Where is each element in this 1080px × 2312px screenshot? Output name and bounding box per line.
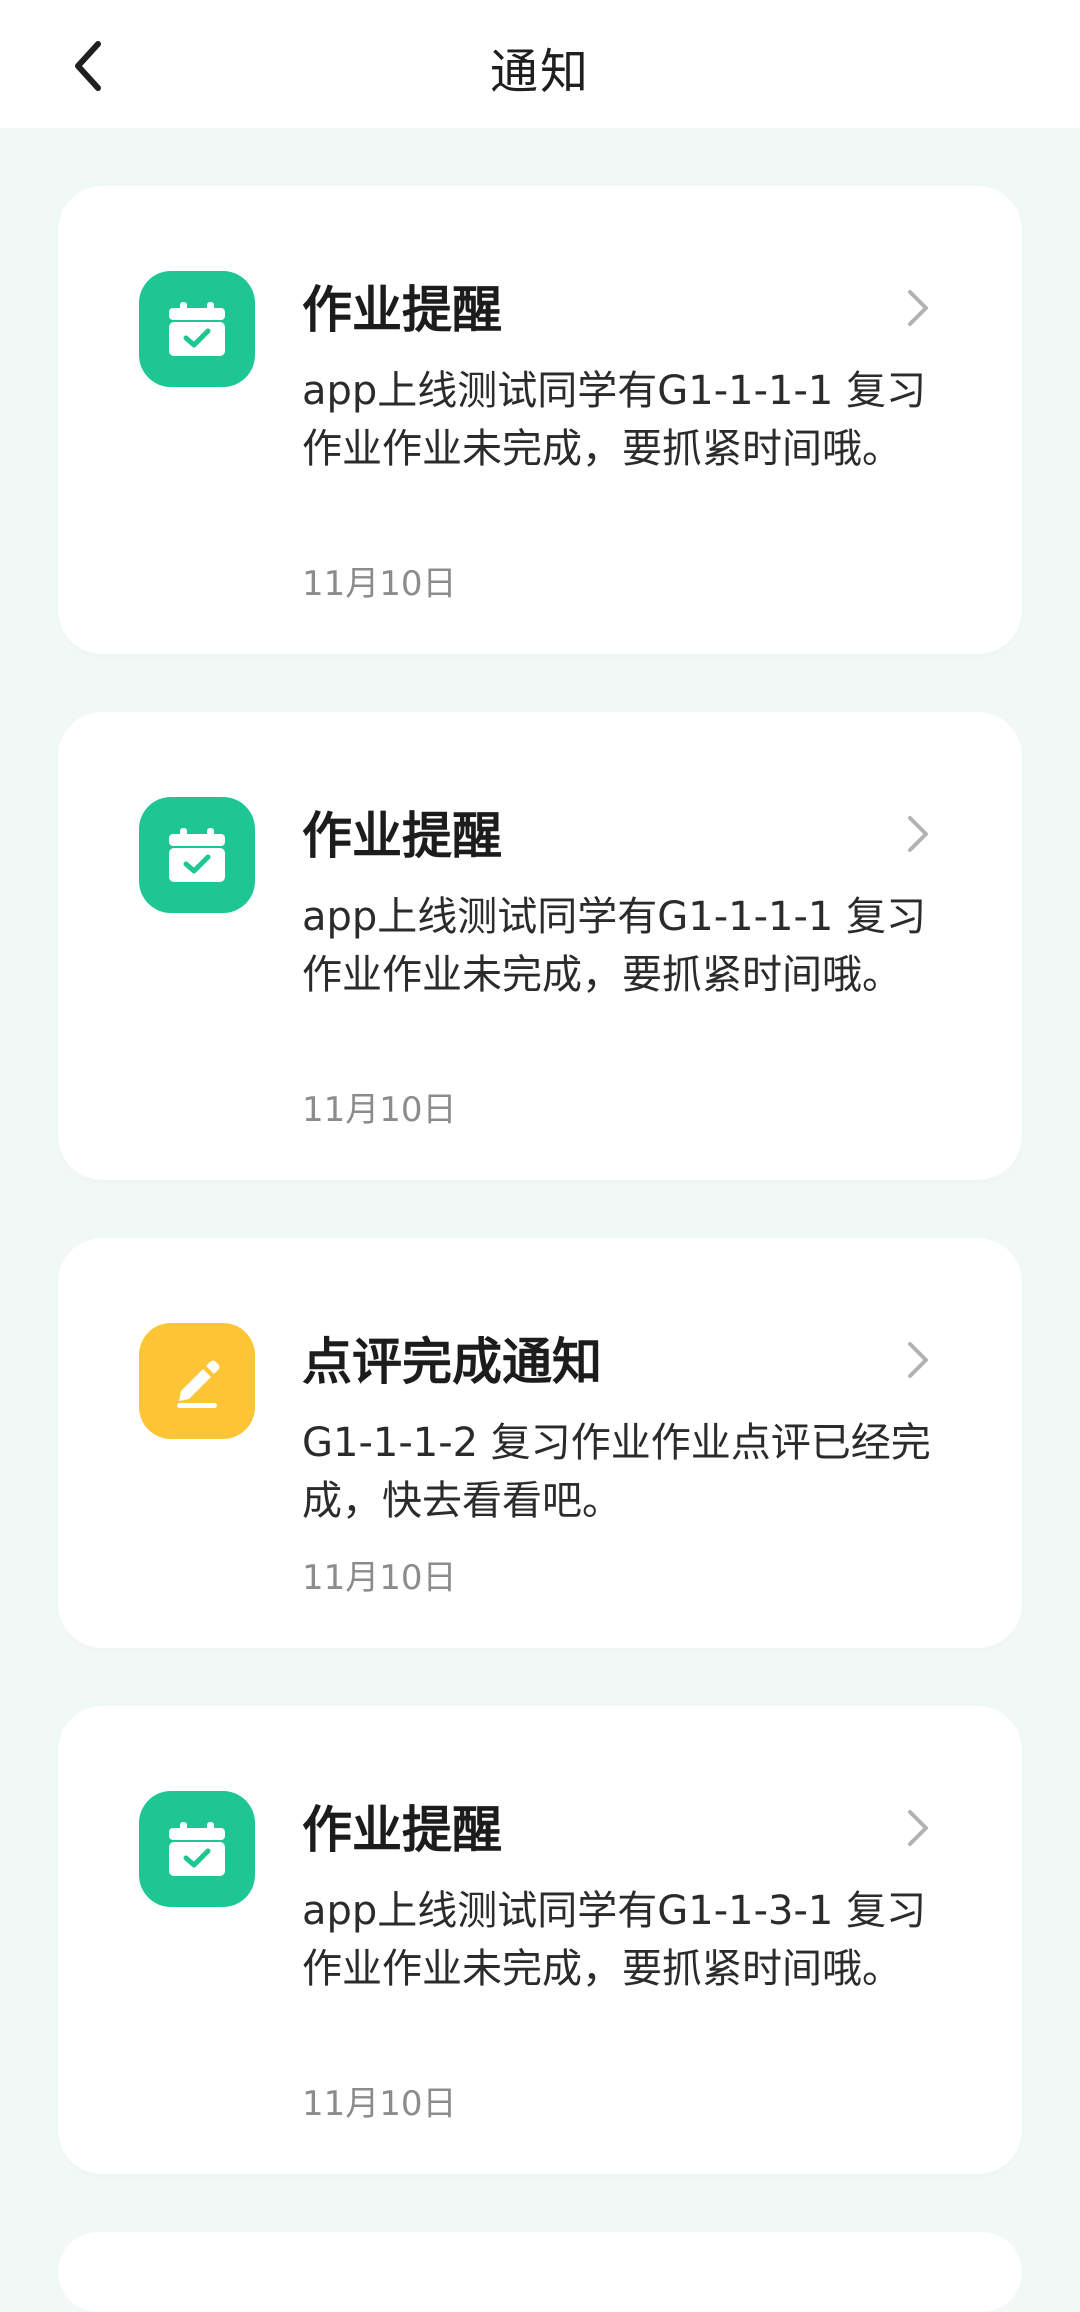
- top-bar: 通知: [0, 0, 1080, 128]
- notification-title: 点评完成通知: [302, 1333, 602, 1391]
- notification-list: 作业提醒 app上线测试同学有G1-1-1-1 复习作业作业未完成，要抓紧时间哦…: [58, 186, 1022, 2232]
- notification-title: 作业提醒: [302, 281, 502, 339]
- notification-card[interactable]: 作业提醒 app上线测试同学有G1-1-3-1 复习作业作业未完成，要抓紧时间哦…: [58, 1706, 1022, 2174]
- notification-message: app上线测试同学有G1-1-1-1 复习作业作业未完成，要抓紧时间哦。: [302, 368, 927, 472]
- calendar-check-icon: [169, 302, 225, 356]
- notification-title: 作业提醒: [302, 807, 502, 865]
- chevron-right-icon: [908, 290, 928, 326]
- notification-date: 11月10日: [302, 1090, 457, 1130]
- notification-message: G1-1-1-2 复习作业作业点评已经完成，快去看看吧。: [302, 1420, 931, 1524]
- notification-card-partial[interactable]: [58, 2232, 1022, 2312]
- calendar-check-icon: [169, 828, 225, 882]
- notification-message: app上线测试同学有G1-1-1-1 复习作业作业未完成，要抓紧时间哦。: [302, 894, 927, 998]
- homework-icon-badge: [139, 1791, 255, 1907]
- notification-title: 作业提醒: [302, 1801, 502, 1859]
- notification-message: app上线测试同学有G1-1-3-1 复习作业作业未完成，要抓紧时间哦。: [302, 1888, 927, 1992]
- chevron-right-icon: [908, 1342, 928, 1378]
- chevron-right-icon: [908, 1810, 928, 1846]
- notification-date: 11月10日: [302, 1558, 457, 1598]
- notification-card[interactable]: 作业提醒 app上线测试同学有G1-1-1-1 复习作业作业未完成，要抓紧时间哦…: [58, 712, 1022, 1180]
- chevron-right-icon: [908, 816, 928, 852]
- notification-date: 11月10日: [302, 2084, 457, 2124]
- notification-date: 11月10日: [302, 564, 457, 604]
- homework-icon-badge: [139, 271, 255, 387]
- page-title: 通知: [489, 44, 590, 100]
- notification-card[interactable]: 点评完成通知 G1-1-1-2 复习作业作业点评已经完成，快去看看吧。 11月1…: [58, 1238, 1022, 1648]
- review-icon-badge: [139, 1323, 255, 1439]
- pencil-icon: [177, 1360, 220, 1408]
- calendar-check-icon: [169, 1822, 225, 1876]
- homework-icon-badge: [139, 797, 255, 913]
- notification-card[interactable]: 作业提醒 app上线测试同学有G1-1-1-1 复习作业作业未完成，要抓紧时间哦…: [58, 186, 1022, 654]
